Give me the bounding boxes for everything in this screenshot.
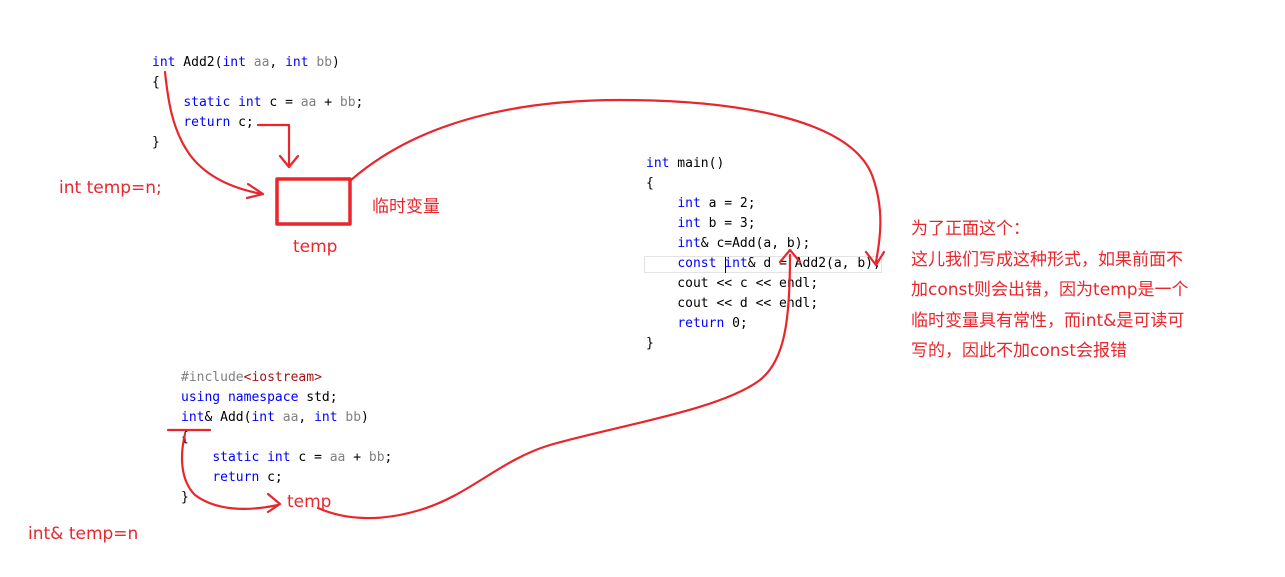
arrow-temp-to-intref-c [316,253,792,520]
temp-box [275,177,352,226]
arrow-add2-to-temp [163,70,264,196]
arrow-return-to-temp [256,123,291,167]
annotation-strokes [163,70,886,520]
arrow-temp-to-const [349,98,882,264]
arrowhead [864,250,886,267]
arrow-intref-to-temp [180,432,280,510]
arrowhead [266,492,282,514]
